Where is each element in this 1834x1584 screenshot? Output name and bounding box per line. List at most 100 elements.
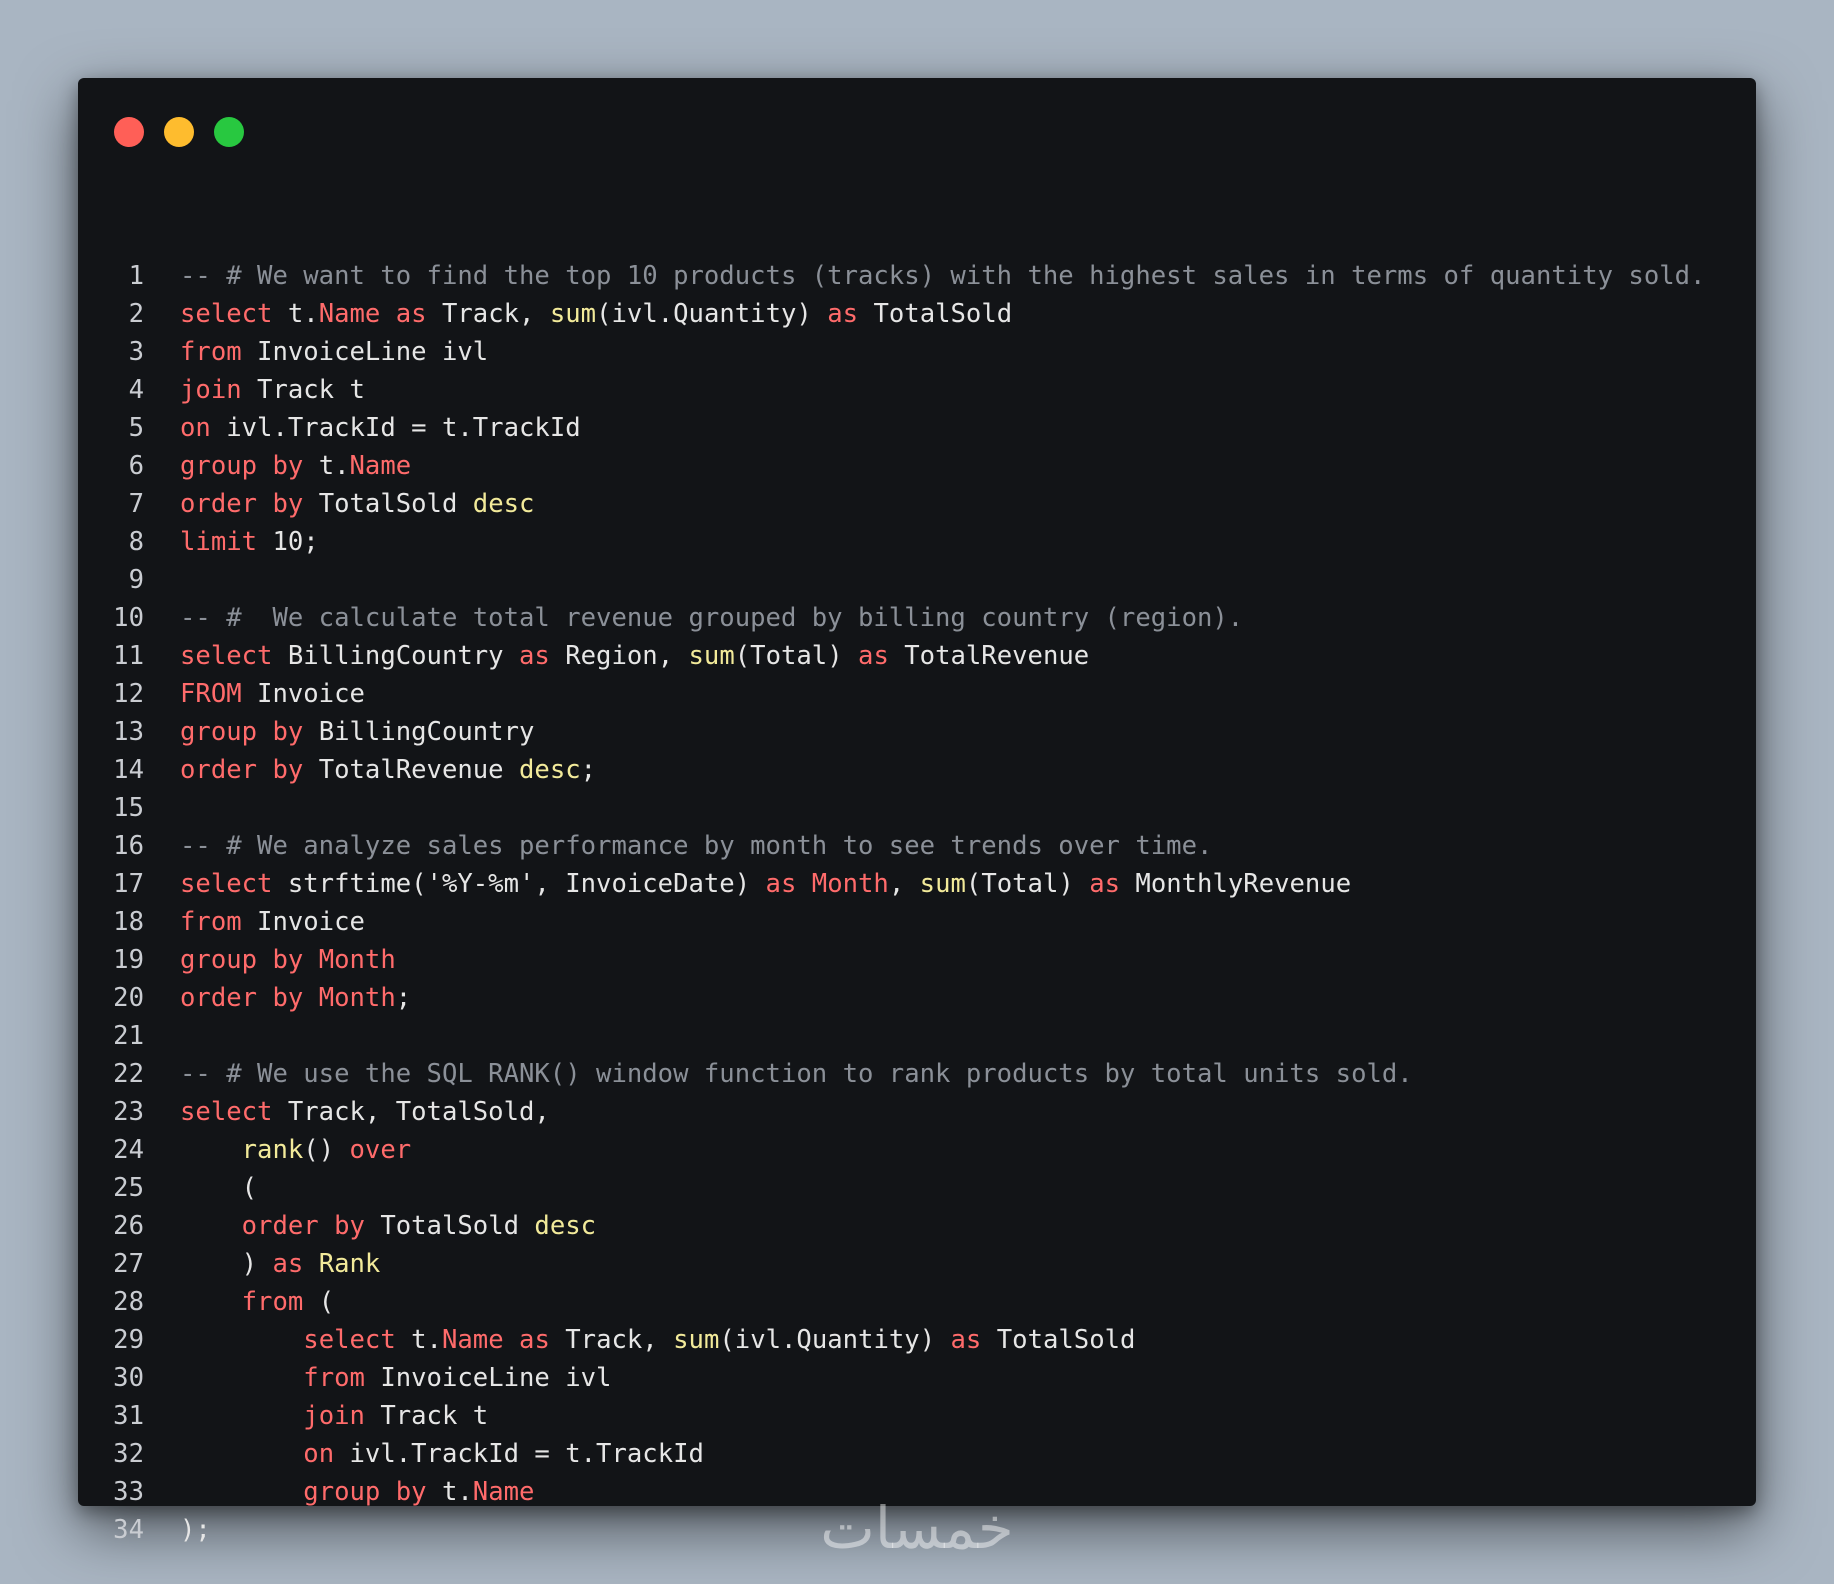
code-token: from [303,1363,365,1393]
code-line: 14 order by TotalRevenue desc; [78,751,1756,789]
line-number: 14 [113,755,144,785]
line-number: 9 [128,565,144,595]
line-number: 12 [113,679,144,709]
line-number: 28 [113,1287,144,1317]
code-token: as [1089,869,1121,899]
code-token: select [180,299,273,329]
code-line: 20 order by Month; [78,979,1756,1017]
code-line: 11 select BillingCountry as Region, sum(T… [78,637,1756,675]
line-text: order by TotalSold desc [180,485,534,523]
line-number: 21 [113,1021,144,1051]
line-text: -- # We analyze sales performance by mon… [180,827,1212,865]
code-line: 5 on ivl.TrackId = t.TrackId [78,409,1756,447]
code-token: select [180,869,273,899]
code-token: Month [318,945,396,975]
code-token: Track, [426,299,550,329]
line-text: order by TotalSold desc [180,1207,596,1245]
code-token: Track t [364,1401,489,1431]
code-token: ) [180,1249,273,1279]
line-text: join Track t [180,371,365,409]
code-token: InvoiceLine ivl [241,337,489,367]
code-token: desc [534,1211,597,1241]
code-window: 1 -- # We want to find the top 10 product… [78,78,1756,1545]
code-token: InvoiceLine ivl [364,1363,612,1393]
line-number: 15 [113,793,144,823]
code-token: Track t [241,375,365,405]
line-text: select t.Name as Track, sum(ivl.Quantity… [180,295,1012,333]
line-text: from InvoiceLine ivl [180,333,488,371]
code-line: 7 order by TotalSold desc [78,485,1756,523]
code-line: 22 -- # We use the SQL RANK() window func… [78,1055,1756,1093]
line-text: group by BillingCountry [180,713,534,751]
line-number: 31 [113,1401,144,1431]
code-token: Invoice [241,679,365,709]
code-token: limit [180,527,258,557]
code-token: TotalRevenue [303,755,520,785]
code-token: from [241,1287,304,1317]
code-token: from [180,337,242,367]
code-token: as [950,1325,982,1355]
code-token: as [858,641,889,671]
line-number: 24 [113,1135,144,1165]
code-token: Invoice [241,907,365,937]
close-button[interactable] [114,117,144,147]
line-number: 27 [113,1249,144,1279]
code-token: as [765,869,797,899]
code-token: ivl.TrackId = t.TrackId [210,413,581,443]
code-token: order by [180,489,304,519]
code-line: 2 select t.Name as Track, sum(ivl.Quantit… [78,295,1756,333]
line-number: 4 [128,375,144,405]
line-text: group by Month [180,941,396,979]
code-line: 15 [78,789,1756,827]
line-number: 23 [113,1097,144,1127]
code-line: 13 group by BillingCountry [78,713,1756,751]
code-line: 21 [78,1017,1756,1055]
code-token: select [180,641,273,671]
code-token: desc [519,755,581,785]
code-line: 8 limit 10; [78,523,1756,561]
line-text: ) as Rank [180,1245,381,1283]
code-line: 30 from InvoiceLine ivl [78,1359,1756,1397]
line-text: select t.Name as Track, sum(ivl.Quantity… [180,1321,1135,1359]
line-text: rank() over [180,1131,412,1169]
line-text: FROM Invoice [180,675,365,713]
code-token: desc [472,489,535,519]
line-number: 17 [113,869,144,899]
line-number: 22 [113,1059,144,1089]
line-number: 8 [128,527,144,557]
code-line: 18 from Invoice [78,903,1756,941]
code-token: Name [441,1325,504,1355]
code-token: MonthlyRevenue [1120,869,1352,899]
code-token: on [180,413,211,443]
code-token: ( [303,1287,335,1317]
code-token: Rank [318,1249,381,1279]
code-line: 27 ) as Rank [78,1245,1756,1283]
code-token: TotalSold [981,1325,1136,1355]
line-text: from Invoice [180,903,365,941]
code-token: as [272,1249,304,1279]
line-number: 16 [113,831,144,861]
code-token: on [303,1439,335,1469]
code-line: 10 -- # We calculate total revenue groupe… [78,599,1756,637]
code-token: as [395,299,427,329]
minimize-button[interactable] [164,117,194,147]
line-number: 2 [128,299,144,329]
code-token: sum [919,869,966,899]
maximize-button[interactable] [214,117,244,147]
code-token: Track, [549,1325,674,1355]
line-text: select BillingCountry as Region, sum(Tot… [180,637,1089,675]
code-token: as [519,1325,550,1355]
line-number: 26 [113,1211,144,1241]
line-text: select Track, TotalSold, [180,1093,550,1131]
code-token: TotalRevenue [888,641,1090,671]
code-token: (ivl.Quantity) [719,1325,951,1355]
line-text: -- # We calculate total revenue grouped … [180,599,1243,637]
code-token: ; [580,755,597,785]
code-token: () [303,1135,350,1165]
